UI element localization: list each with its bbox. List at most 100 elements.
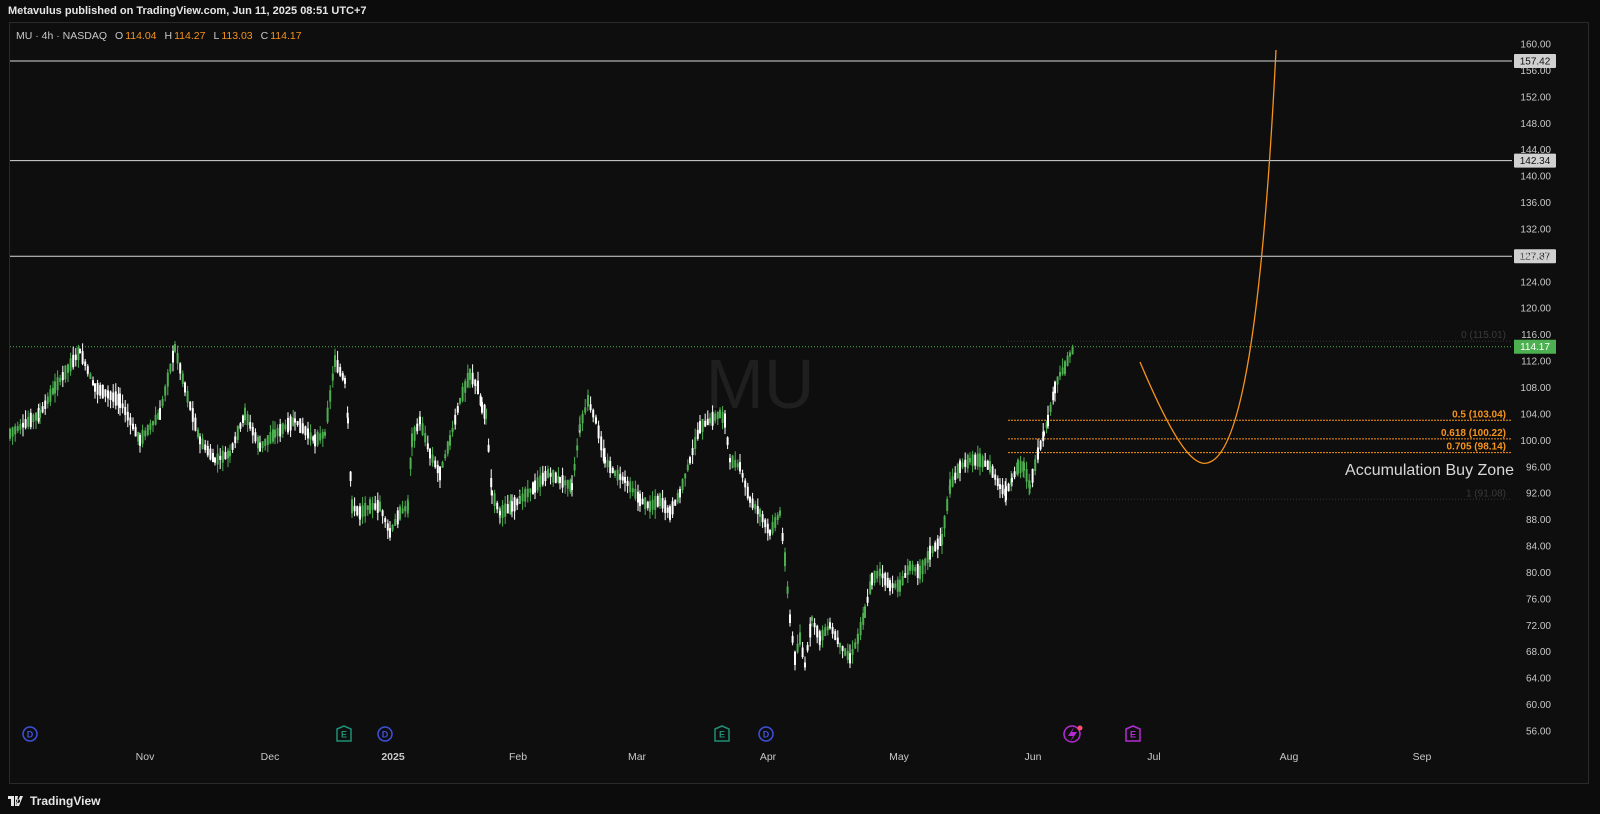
candle-body: [896, 579, 899, 592]
candle-body: [716, 411, 719, 419]
candle-body: [521, 493, 524, 502]
candle-body: [536, 477, 539, 491]
candle-body: [941, 533, 943, 545]
earnings-event-icon[interactable]: E: [1125, 725, 1141, 742]
candle-body: [1031, 468, 1034, 483]
candle-body: [56, 377, 59, 391]
candle-body: [736, 463, 739, 468]
candle-body: [959, 460, 961, 473]
candle-body: [539, 475, 542, 488]
candle-body: [943, 516, 946, 529]
candle-body: [446, 441, 449, 454]
candle-body: [931, 546, 934, 554]
fib-level-label: 0.618 (100.22): [1441, 428, 1506, 439]
candle-body: [112, 392, 115, 402]
price-axis-tick: 136.00: [1520, 198, 1551, 209]
candle-body: [924, 558, 927, 566]
candle-body: [461, 386, 464, 401]
candle-body: [776, 514, 779, 521]
price-axis-tick: 128.00: [1520, 251, 1551, 262]
lightning-replay-icon[interactable]: [1063, 725, 1083, 743]
earnings-event-icon[interactable]: E: [714, 725, 730, 742]
candlestick-series[interactable]: [9, 341, 1074, 671]
candle-body: [806, 644, 809, 651]
dividend-event-icon[interactable]: D: [377, 726, 393, 742]
candle-body: [571, 483, 573, 490]
price-axis-tick: 72.00: [1526, 621, 1551, 632]
candle-body: [92, 380, 94, 386]
candle-body: [561, 475, 564, 488]
candle-body: [284, 424, 287, 430]
candle-body: [206, 445, 209, 456]
price-axis-tick: 64.00: [1526, 674, 1551, 685]
candle-body: [544, 470, 547, 482]
candle-body: [706, 418, 709, 426]
candle-body: [821, 629, 824, 641]
candle-body: [1011, 477, 1013, 483]
candle-body: [564, 480, 567, 486]
candle-body: [519, 497, 521, 503]
candle-body: [899, 579, 901, 592]
candle-body: [734, 459, 737, 468]
candle-body: [921, 560, 924, 575]
candle-body: [81, 351, 84, 364]
tradingview-brand: TradingView: [30, 794, 101, 808]
price-axis-tick: 112.00: [1521, 357, 1551, 368]
candle-body: [934, 542, 937, 552]
candle-body: [491, 490, 493, 496]
candle-body: [669, 506, 671, 520]
candle-body: [661, 498, 664, 509]
candle-body: [52, 387, 54, 395]
time-axis-tick: Dec: [261, 751, 280, 763]
candle-body: [721, 411, 724, 423]
candle-body: [421, 423, 424, 435]
price-axis-tick: 104.00: [1520, 409, 1551, 420]
candle-body: [986, 460, 989, 470]
candle-body: [152, 421, 154, 426]
candle-body: [279, 424, 282, 437]
price-axis[interactable]: 160.00 156.00 152.00 148.00 144.00 140.00 136.…: [1520, 40, 1551, 738]
price-chart[interactable]: MU157.42142.34127.87114.170 (115.01)0.5 …: [0, 0, 1600, 814]
candle-body: [724, 413, 726, 428]
candle-body: [694, 437, 697, 449]
candle-body: [719, 409, 721, 419]
tradingview-footer[interactable]: TradingView: [8, 792, 100, 810]
candle-body: [1059, 372, 1061, 377]
candle-body: [413, 427, 416, 441]
fib-level-label: 1 (91.08): [1466, 488, 1506, 499]
candle-body: [276, 427, 279, 437]
candle-body: [1043, 431, 1045, 436]
dividend-event-icon[interactable]: D: [22, 726, 38, 742]
candle-body: [936, 538, 939, 550]
candle-body: [159, 408, 161, 420]
price-axis-tick: 100.00: [1520, 436, 1551, 447]
candle-body: [287, 418, 289, 433]
accumulation-zone-annotation[interactable]: Accumulation Buy Zone: [1345, 462, 1514, 479]
high-value: 114.27: [174, 30, 206, 42]
candle-body: [386, 523, 389, 531]
candle-body: [471, 372, 474, 385]
price-axis-tick: 120.00: [1520, 304, 1551, 315]
candle-body: [759, 509, 761, 517]
time-axis-tick: Sep: [1413, 751, 1432, 763]
candle-body: [184, 382, 186, 393]
candle-body: [809, 623, 812, 638]
candle-body: [341, 373, 344, 380]
candle-body: [307, 428, 309, 439]
dividend-event-icon[interactable]: D: [758, 726, 774, 742]
candle-body: [846, 650, 849, 660]
candle-body: [834, 631, 837, 641]
candle-body: [911, 564, 914, 571]
candle-body: [326, 407, 329, 423]
candle-body: [741, 473, 744, 478]
candle-body: [101, 384, 104, 399]
candle-body: [866, 596, 869, 603]
candle-body: [176, 352, 179, 364]
candle-body: [1061, 367, 1064, 375]
candle-body: [394, 519, 397, 526]
earnings-event-icon[interactable]: E: [336, 725, 352, 742]
price-axis-tick: 152.00: [1520, 92, 1551, 103]
candle-body: [409, 457, 412, 470]
candle-body: [641, 498, 644, 505]
price-axis-tick: 140.00: [1520, 172, 1551, 183]
